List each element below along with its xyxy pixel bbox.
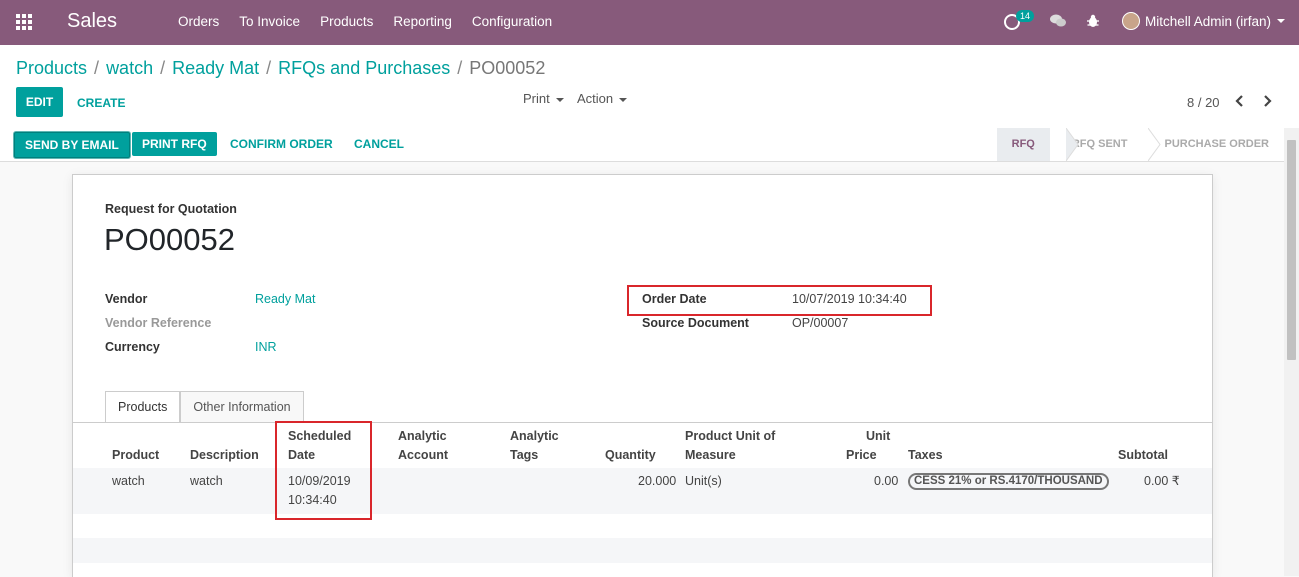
print-rfq-button[interactable]: PRINT RFQ [132, 132, 217, 156]
column-taxes[interactable]: Taxes [908, 446, 943, 465]
bug-icon[interactable] [1086, 14, 1102, 28]
chevron-left-icon[interactable] [1235, 95, 1245, 107]
empty-row [73, 538, 1212, 563]
user-name: Mitchell Admin (irfan) [1144, 13, 1271, 29]
highlight-box-scheduled-date [275, 421, 372, 520]
vendor-label: Vendor [105, 292, 148, 306]
breadcrumb-products[interactable]: Products [16, 58, 87, 79]
breadcrumb-ready-mat[interactable]: Ready Mat [172, 58, 259, 79]
breadcrumb-separator: / [266, 58, 272, 78]
user-menu[interactable]: Mitchell Admin (irfan) [1121, 12, 1285, 30]
stage-purchase-order[interactable]: PURCHASE ORDER [1142, 128, 1284, 161]
source-document-value: OP/00007 [792, 316, 849, 330]
currency-value[interactable]: INR [255, 340, 277, 354]
stage-arrow-icon [1066, 128, 1079, 161]
breadcrumb-separator: / [94, 58, 100, 78]
print-dropdown-label: Print [523, 91, 550, 106]
form-sheet: Request for Quotation PO00052 Vendor Rea… [72, 174, 1213, 577]
stage-rfq-sent[interactable]: RFQ SENT [1050, 128, 1143, 161]
status-bar: SEND BY EMAIL PRINT RFQ CONFIRM ORDER CA… [0, 128, 1284, 162]
cell-subtotal: 0.00 ₹ [1144, 474, 1180, 488]
systray: 14 Mitchell Admin (irfan) [1003, 10, 1285, 30]
breadcrumb: Products / watch / Ready Mat / RFQs and … [16, 58, 545, 79]
chevron-down-icon [1277, 19, 1285, 23]
pager-value[interactable]: 8 / 20 [1187, 95, 1220, 110]
stage-rfq[interactable]: RFQ [996, 128, 1050, 161]
column-uom-line1[interactable]: Product Unit of [685, 427, 775, 446]
chevron-right-icon[interactable] [1262, 95, 1272, 107]
column-subtotal[interactable]: Subtotal [1118, 446, 1168, 465]
document-type: Request for Quotation [105, 202, 237, 216]
column-uom-line2[interactable]: Measure [685, 446, 736, 465]
column-analytic-account-line2[interactable]: Account [398, 446, 448, 465]
cell-product: watch [112, 474, 145, 488]
document-name: PO00052 [104, 222, 235, 257]
cancel-button[interactable]: CANCEL [354, 132, 404, 156]
menu-orders[interactable]: Orders [178, 14, 219, 29]
cell-description: watch [190, 474, 223, 488]
apps-menu-icon[interactable] [16, 14, 34, 30]
vendor-reference-label: Vendor Reference [105, 316, 212, 330]
column-analytic-tags-line1[interactable]: Analytic [510, 427, 559, 446]
breadcrumb-separator: / [160, 58, 166, 78]
top-navbar: Sales Orders To Invoice Products Reporti… [0, 0, 1299, 45]
cell-uom: Unit(s) [685, 474, 722, 488]
menu-reporting[interactable]: Reporting [393, 14, 452, 29]
menu-configuration[interactable]: Configuration [472, 14, 552, 29]
cell-quantity: 20.000 [638, 474, 677, 488]
action-dropdown[interactable]: Action [577, 91, 628, 106]
create-button[interactable]: CREATE [77, 96, 125, 110]
source-document-label: Source Document [642, 316, 749, 330]
action-dropdown-label: Action [577, 91, 614, 106]
chevron-down-icon [555, 97, 564, 102]
avatar [1121, 12, 1140, 30]
column-unit-price-line1[interactable]: Unit [866, 427, 890, 446]
print-dropdown[interactable]: Print [523, 91, 564, 106]
highlight-box-order-date [627, 285, 932, 316]
column-description[interactable]: Description [190, 446, 259, 465]
app-name[interactable]: Sales [67, 10, 117, 33]
edit-button[interactable]: EDIT [16, 87, 63, 117]
column-analytic-account-line1[interactable]: Analytic [398, 427, 447, 446]
currency-label: Currency [105, 340, 160, 354]
notebook-tabs: Products Other Information [105, 391, 304, 422]
scrollbar[interactable] [1284, 128, 1299, 576]
column-analytic-tags-line2[interactable]: Tags [510, 446, 538, 465]
chat-icon[interactable] [1049, 14, 1066, 28]
breadcrumb-watch[interactable]: watch [106, 58, 153, 79]
scrollbar-thumb[interactable] [1287, 140, 1296, 360]
menu-products[interactable]: Products [320, 14, 373, 29]
breadcrumb-separator: / [457, 58, 463, 78]
stage-pipeline: RFQ RFQ SENT PURCHASE ORDER [996, 128, 1284, 161]
column-quantity[interactable]: Quantity [605, 446, 656, 465]
menu-to-invoice[interactable]: To Invoice [239, 14, 300, 29]
control-panel: Products / watch / Ready Mat / RFQs and … [0, 45, 1299, 129]
breadcrumb-rfqs-purchases[interactable]: RFQs and Purchases [278, 58, 450, 79]
main-menu: Orders To Invoice Products Reporting Con… [178, 14, 572, 29]
tab-other-information[interactable]: Other Information [180, 391, 304, 422]
tax-badge: CESS 21% or RS.4170/THOUSAND [908, 473, 1109, 490]
send-by-email-button[interactable]: SEND BY EMAIL [14, 132, 130, 158]
column-product[interactable]: Product [112, 446, 159, 465]
activity-count-badge: 14 [1015, 10, 1034, 22]
cell-unit-price: 0.00 [874, 474, 899, 488]
activity-button[interactable]: 14 [1003, 10, 1034, 30]
tab-divider [73, 422, 1212, 423]
vendor-value[interactable]: Ready Mat [255, 292, 315, 306]
chevron-down-icon [619, 97, 628, 102]
breadcrumb-current: PO00052 [469, 58, 546, 78]
stage-arrow-icon [1148, 128, 1161, 161]
tab-products[interactable]: Products [105, 391, 181, 422]
column-unit-price-line2[interactable]: Price [846, 446, 877, 465]
confirm-order-button[interactable]: CONFIRM ORDER [230, 132, 333, 156]
